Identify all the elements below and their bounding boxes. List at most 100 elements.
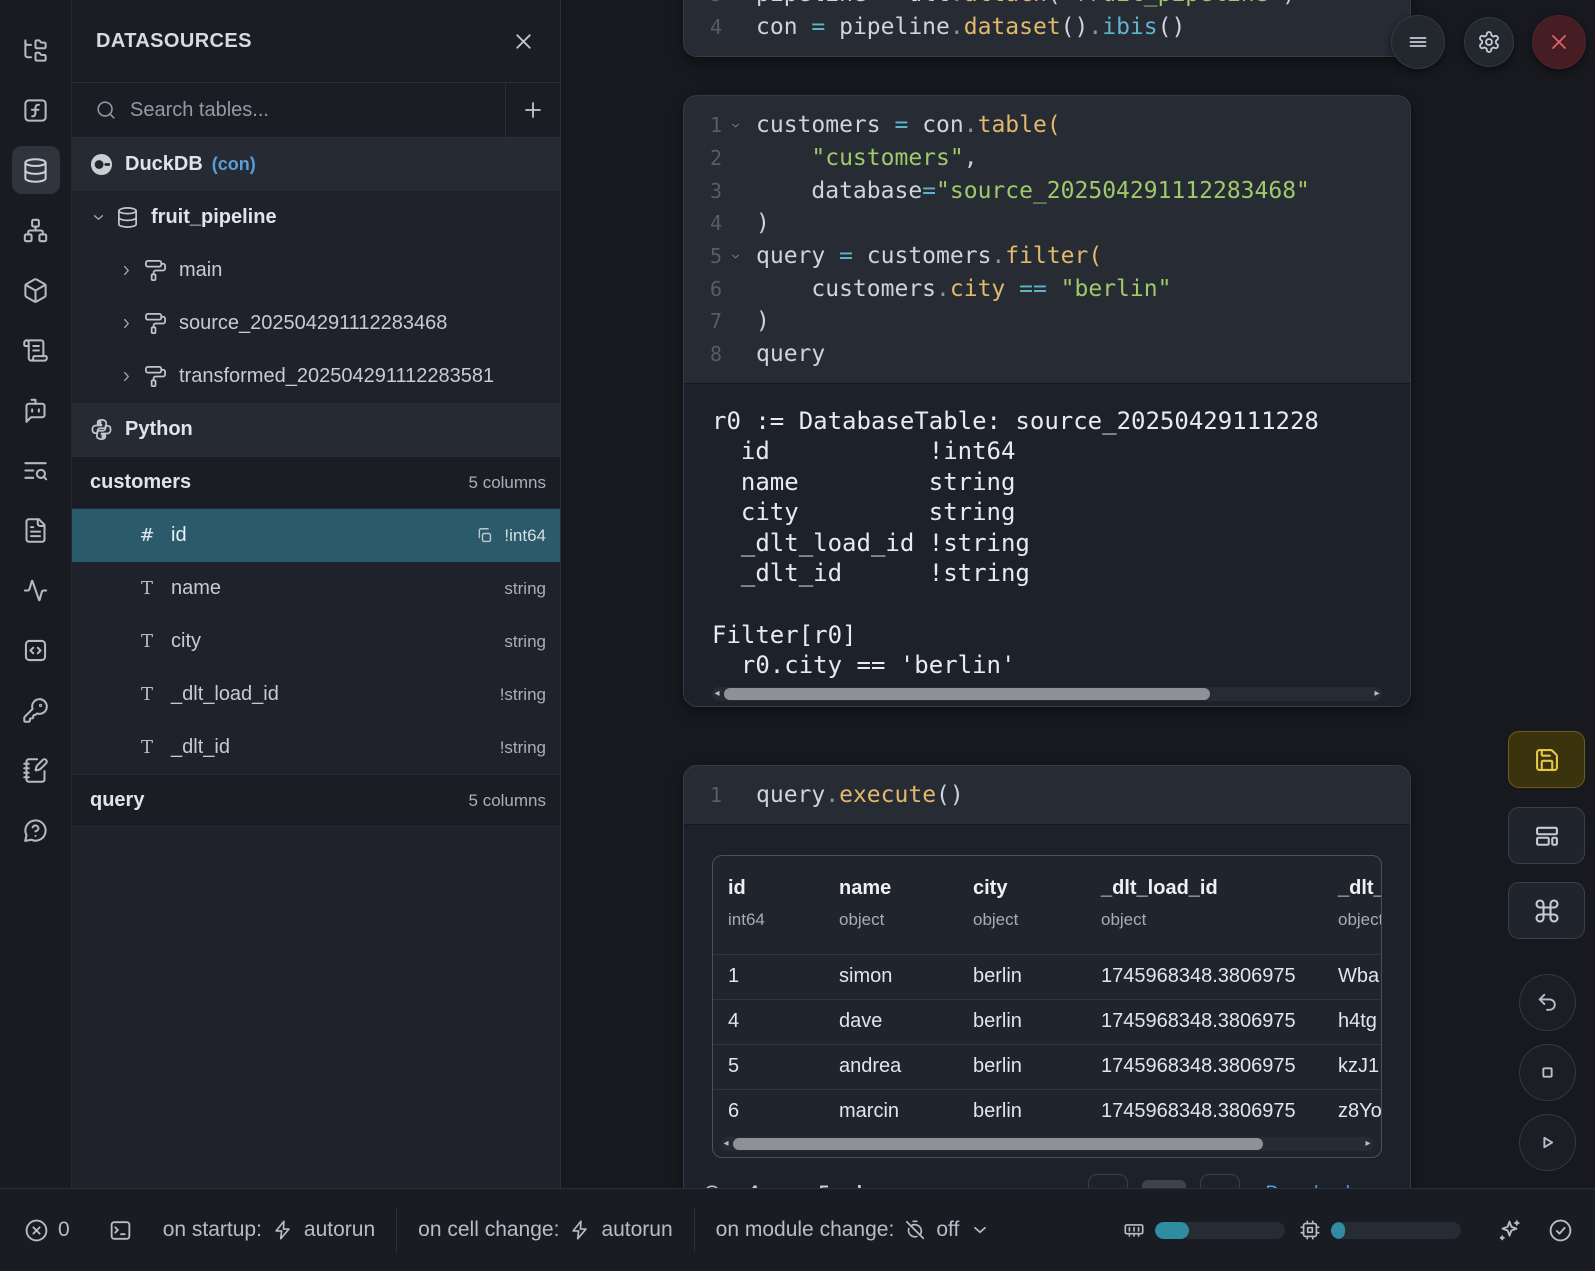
save-button[interactable] <box>1508 731 1585 788</box>
command-palette-button[interactable] <box>1508 882 1585 939</box>
scroll-left-arrow[interactable]: ◂ <box>711 687 723 701</box>
connection-duckdb[interactable]: DuckDB(con) <box>72 138 560 191</box>
prev-page-button[interactable] <box>1088 1174 1128 1188</box>
tree-database-fruit_pipeline[interactable]: fruit_pipeline <box>72 191 560 244</box>
activity-item-notebook-pen[interactable] <box>12 746 60 794</box>
column-_dlt_id[interactable]: T_dlt_id!string <box>72 721 560 774</box>
table-column-header[interactable]: nameobject <box>824 856 958 954</box>
token: . <box>1088 14 1102 40</box>
activity-item-list-search[interactable] <box>12 446 60 494</box>
terminal-button[interactable] <box>108 1218 133 1243</box>
code-text[interactable]: query = customers.filter( <box>756 243 1102 269</box>
cpu-icon <box>1299 1219 1321 1241</box>
table-cell: 1745968348.3806975 <box>1086 1100 1323 1123</box>
code-text[interactable]: database="source_202504291112283468" <box>756 178 1310 204</box>
column-name[interactable]: Tnamestring <box>72 562 560 615</box>
activity-item-network[interactable] <box>12 206 60 254</box>
circle-x-icon <box>24 1218 49 1243</box>
page-number-box[interactable] <box>1142 1180 1186 1188</box>
search-input[interactable]: Search tables... <box>130 99 505 122</box>
token: table( <box>978 112 1061 138</box>
code-text[interactable]: customers.city == "berlin" <box>756 276 1171 302</box>
layout-button[interactable] <box>1508 807 1585 864</box>
table-column-header[interactable]: _dlt_idobject <box>1323 856 1382 954</box>
resource-cpu <box>1299 1219 1461 1241</box>
activity-item-scroll-text[interactable] <box>12 326 60 374</box>
table-name: customers <box>90 471 191 494</box>
table-row[interactable]: 1simonberlin1745968348.3806975Wba <box>713 954 1381 999</box>
menu-button[interactable] <box>1391 15 1445 69</box>
run-button[interactable] <box>1519 1114 1576 1171</box>
runtime-setting-autorun[interactable]: on startup:autorun <box>163 1218 375 1242</box>
activity-item-database[interactable] <box>12 146 60 194</box>
table-row[interactable]: 6marcinberlin1745968348.3806975z8Yo <box>713 1089 1381 1134</box>
runtime-setting-off[interactable]: on module change:off <box>716 1218 992 1242</box>
code-text[interactable]: ) <box>756 308 770 334</box>
fold-chevron-icon[interactable] <box>722 250 748 263</box>
table-query[interactable]: query5 columns <box>72 774 560 827</box>
activity-item-activity[interactable] <box>12 566 60 614</box>
code-cell-execute[interactable]: 1query.execute() idint64nameobjectcityob… <box>683 765 1411 1188</box>
close-panel-icon[interactable] <box>511 29 536 54</box>
scroll-right-arrow[interactable]: ▸ <box>1371 687 1383 701</box>
database-name: fruit_pipeline <box>151 206 277 229</box>
code-cell-setup[interactable]: 3pipeline = dlt.attach("fruit_pipeline")… <box>683 0 1411 57</box>
code-text[interactable]: ) <box>756 210 770 236</box>
error-counter[interactable]: 0 <box>24 1218 70 1243</box>
table-row[interactable]: 4daveberlin1745968348.3806975h4tg <box>713 999 1381 1044</box>
code-text[interactable]: "customers", <box>756 145 978 171</box>
runtime-setting-autorun[interactable]: on cell change:autorun <box>418 1218 673 1242</box>
activity-item-folder-tree[interactable] <box>12 26 60 74</box>
column-_dlt_load_id[interactable]: T_dlt_load_id!string <box>72 668 560 721</box>
line-number: 4 <box>684 211 722 235</box>
stop-button[interactable] <box>1519 1044 1576 1101</box>
token: "berlin" <box>1061 276 1172 302</box>
horizontal-scrollbar[interactable]: ◂ ▸ <box>712 687 1382 701</box>
settings-button[interactable] <box>1464 17 1514 67</box>
code-cell-query[interactable]: 1customers = con.table(2 "customers",3 d… <box>683 95 1411 707</box>
scroll-left-arrow[interactable]: ◂ <box>720 1137 732 1151</box>
activity-item-box[interactable] <box>12 266 60 314</box>
section-label: Python <box>125 418 193 441</box>
table-column-header[interactable]: _dlt_load_idobject <box>1086 856 1323 954</box>
column-id[interactable]: #id!int64 <box>72 509 560 562</box>
activity-item-file-text[interactable] <box>12 506 60 554</box>
activity-item-bot[interactable] <box>12 386 60 434</box>
code-text[interactable]: con = pipeline.dataset().ibis() <box>756 14 1185 40</box>
undo-button[interactable] <box>1519 974 1576 1031</box>
table-row[interactable]: 5andreaberlin1745968348.3806975kzJ1 <box>713 1044 1381 1089</box>
activity-item-key[interactable] <box>12 686 60 734</box>
table-column-header[interactable]: cityobject <box>958 856 1086 954</box>
scroll-right-arrow[interactable]: ▸ <box>1362 1137 1374 1151</box>
chevron-right-icon <box>118 262 135 279</box>
circle-check-icon[interactable] <box>1548 1218 1573 1243</box>
scroll-text-icon <box>22 337 49 364</box>
code-text[interactable]: query <box>756 341 825 367</box>
table-column-header[interactable]: idint64 <box>713 856 824 954</box>
fold-chevron-icon[interactable] <box>722 119 748 132</box>
table-cell: kzJ1 <box>1323 1055 1382 1078</box>
section-python[interactable]: Python <box>72 403 560 456</box>
code-editor[interactable]: 1query.execute() <box>684 766 1410 824</box>
scrollbar-thumb[interactable] <box>733 1138 1263 1150</box>
activity-item-function-square[interactable] <box>12 86 60 134</box>
tree-schema-transformed_202504291112283581[interactable]: transformed_202504291112283581 <box>72 350 560 403</box>
tree-schema-main[interactable]: main <box>72 244 560 297</box>
next-page-button[interactable] <box>1200 1174 1240 1188</box>
add-datasource-button[interactable] <box>505 83 560 137</box>
tree-schema-source_202504291112283468[interactable]: source_202504291112283468 <box>72 297 560 350</box>
code-text[interactable]: query.execute() <box>756 782 964 808</box>
activity-item-code-square[interactable] <box>12 626 60 674</box>
table-horizontal-scrollbar[interactable]: ◂ ▸ <box>721 1137 1373 1151</box>
column-city[interactable]: Tcitystring <box>72 615 560 668</box>
code-text[interactable]: pipeline = dlt.attach("fruit_pipeline") <box>756 0 1296 7</box>
activity-item-help-circle[interactable] <box>12 806 60 854</box>
code-text[interactable]: customers = con.table( <box>756 112 1061 138</box>
scrollbar-thumb[interactable] <box>724 688 1210 700</box>
shutdown-button[interactable] <box>1532 15 1586 69</box>
table-cell: berlin <box>958 1100 1086 1123</box>
code-editor[interactable]: 1customers = con.table(2 "customers",3 d… <box>684 96 1410 383</box>
terminal-icon <box>108 1218 133 1243</box>
sparkles-icon[interactable] <box>1497 1218 1522 1243</box>
table-customers[interactable]: customers5 columns <box>72 456 560 509</box>
